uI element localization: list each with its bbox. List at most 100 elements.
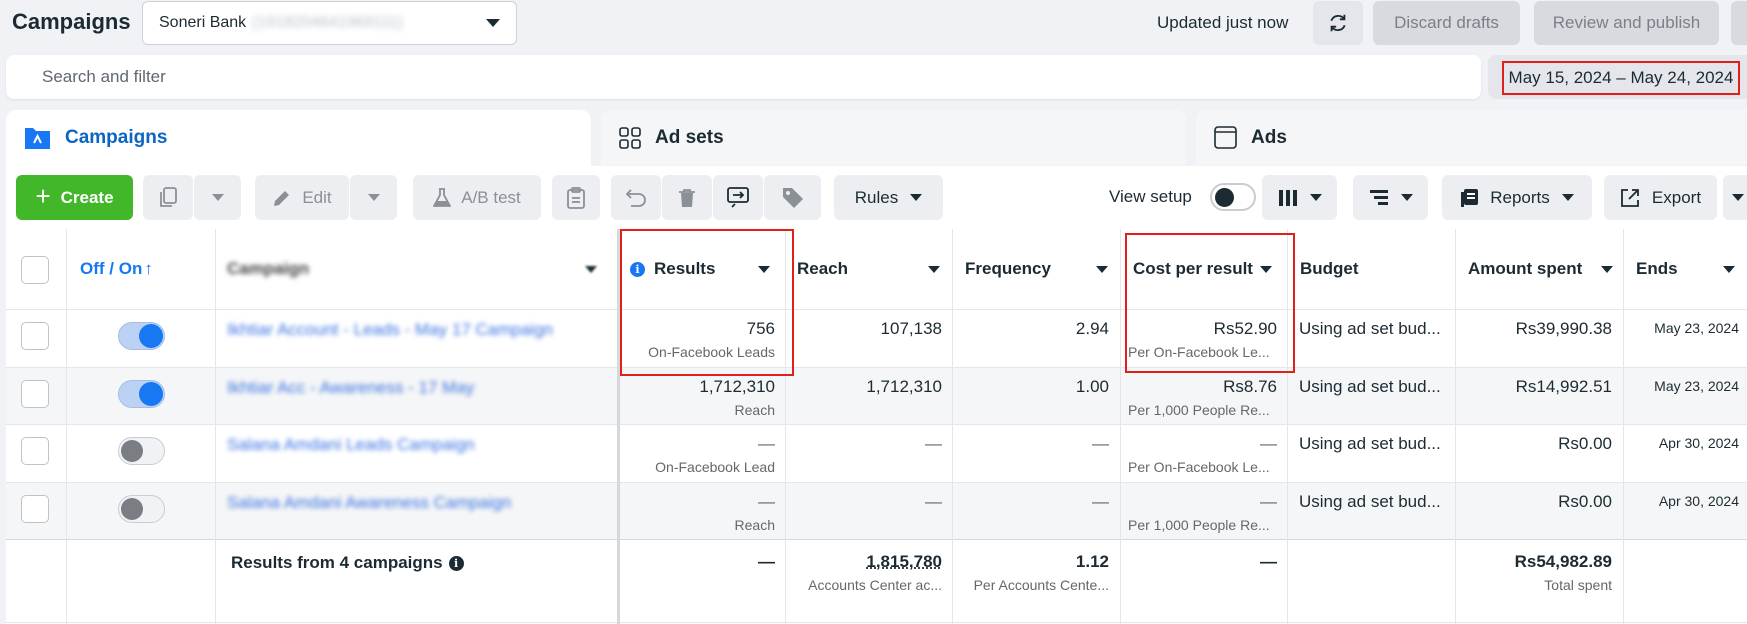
header-campaign-label: Campaign bbox=[227, 259, 310, 278]
reports-icon bbox=[1461, 188, 1479, 207]
frequency-value: — bbox=[1092, 492, 1109, 511]
sort-icon bbox=[585, 265, 597, 273]
export-label: Export bbox=[1651, 187, 1702, 207]
review-publish-button[interactable]: Review and publish bbox=[1534, 1, 1719, 45]
reach-value: — bbox=[925, 434, 942, 453]
summary-frequency-sub: Per Accounts Cente... bbox=[973, 577, 1109, 593]
campaign-toggle[interactable] bbox=[118, 437, 165, 465]
results-value: — bbox=[758, 434, 775, 453]
tab-ad-sets[interactable]: Ad sets bbox=[601, 110, 1186, 165]
view-setup-label: View setup bbox=[1109, 187, 1192, 206]
campaigns-table: Off / On ↑ Campaign i Results Reach Freq… bbox=[6, 229, 1747, 624]
ab-test-button[interactable]: A/B test bbox=[413, 175, 541, 220]
header-budget[interactable]: Budget bbox=[1300, 229, 1455, 309]
tab-campaigns[interactable]: Campaigns bbox=[6, 110, 591, 166]
refresh-button[interactable] bbox=[1313, 1, 1363, 45]
divider bbox=[6, 309, 1747, 310]
row-checkbox[interactable] bbox=[21, 437, 49, 465]
refresh-icon bbox=[1330, 14, 1346, 32]
header-frequency[interactable]: Frequency bbox=[965, 229, 1120, 309]
undo-button[interactable] bbox=[611, 175, 661, 220]
cost-value: — bbox=[1260, 492, 1277, 511]
tab-label: Ads bbox=[1251, 126, 1287, 148]
header-amount-spent[interactable]: Amount spent bbox=[1468, 229, 1623, 309]
divider bbox=[6, 367, 1747, 368]
sort-icon bbox=[1096, 265, 1108, 273]
ends-value: May 23, 2024 bbox=[1654, 320, 1739, 336]
date-range-label[interactable]: May 15, 2024 – May 24, 2024 bbox=[1502, 61, 1740, 95]
row-checkbox[interactable] bbox=[21, 322, 49, 350]
budget-value: Using ad set bud... bbox=[1299, 492, 1441, 511]
results-value: — bbox=[758, 492, 775, 511]
divider bbox=[1120, 229, 1121, 624]
chevron-down-icon bbox=[1732, 194, 1744, 201]
campaign-toggle[interactable] bbox=[118, 380, 165, 408]
header-ends-label: Ends bbox=[1636, 259, 1678, 278]
header-campaign[interactable]: Campaign bbox=[227, 229, 607, 309]
header-cost-per-result[interactable]: Cost per result bbox=[1133, 229, 1288, 309]
toggle-knob bbox=[139, 324, 163, 348]
create-button[interactable]: + Create bbox=[16, 175, 133, 220]
header-ends[interactable]: Ends bbox=[1636, 229, 1747, 309]
row-checkbox[interactable] bbox=[21, 495, 49, 523]
search-input[interactable]: Search and filter bbox=[6, 55, 1481, 99]
export-button[interactable]: Export bbox=[1604, 175, 1717, 220]
campaign-name-link[interactable]: Ikhtiar Account - Leads - May 17 Campaig… bbox=[227, 320, 553, 340]
overflow-button[interactable] bbox=[1731, 1, 1747, 45]
create-label: Create bbox=[60, 187, 114, 207]
tag-button[interactable] bbox=[764, 175, 821, 220]
ends-value: Apr 30, 2024 bbox=[1658, 493, 1739, 509]
duplicate-button[interactable] bbox=[143, 175, 193, 220]
columns-button[interactable] bbox=[1262, 175, 1337, 220]
campaign-toggle[interactable] bbox=[118, 495, 165, 523]
budget-value: Using ad set bud... bbox=[1299, 377, 1441, 396]
rules-label: Rules bbox=[854, 187, 899, 207]
toggle-knob bbox=[121, 498, 143, 520]
discard-drafts-button[interactable]: Discard drafts bbox=[1373, 1, 1520, 45]
clipboard-button[interactable] bbox=[552, 175, 600, 220]
select-all-checkbox[interactable] bbox=[21, 256, 49, 284]
campaign-name-link[interactable]: Salana Amdani Leads Campaign bbox=[227, 435, 475, 455]
toggle-knob bbox=[139, 382, 163, 406]
campaign-name-link[interactable]: Ikhtiar Acc - Awareness - 17 May bbox=[227, 378, 474, 398]
cost-type: Per On-Facebook Le... bbox=[1128, 344, 1270, 360]
edit-dropdown-button[interactable] bbox=[350, 175, 397, 220]
breakdown-icon bbox=[1369, 189, 1388, 205]
summary-cost: — bbox=[1260, 552, 1277, 571]
rules-button[interactable]: Rules bbox=[834, 175, 943, 220]
header-reach[interactable]: Reach bbox=[797, 229, 952, 309]
divider bbox=[1455, 229, 1456, 624]
account-selector[interactable]: Soneri Bank (1918204641969111) bbox=[142, 1, 517, 45]
chevron-down-icon bbox=[1309, 194, 1322, 201]
reach-value: 1,712,310 bbox=[866, 377, 942, 396]
campaign-name-link[interactable]: Salana Amdani Awareness Campaign bbox=[227, 493, 511, 513]
toolbar: + Create Edit A/B test Rules View setup bbox=[6, 166, 1747, 229]
account-name: Soneri Bank bbox=[159, 14, 247, 31]
window-icon bbox=[1214, 126, 1237, 149]
view-setup-toggle[interactable] bbox=[1210, 183, 1256, 211]
export-dropdown-button[interactable] bbox=[1723, 175, 1747, 220]
row-checkbox[interactable] bbox=[21, 380, 49, 408]
reach-value: 107,138 bbox=[880, 319, 942, 338]
header-results[interactable]: i Results bbox=[630, 229, 780, 309]
amount-value: Rs0.00 bbox=[1558, 492, 1612, 511]
ends-value: May 23, 2024 bbox=[1654, 378, 1739, 394]
duplicate-dropdown-button[interactable] bbox=[194, 175, 241, 220]
header-budget-label: Budget bbox=[1300, 259, 1359, 278]
info-icon[interactable]: i bbox=[448, 555, 464, 571]
frequency-value: 1.00 bbox=[1075, 377, 1109, 396]
summary-label: Results from 4 campaigns i bbox=[231, 553, 464, 573]
header-off-on[interactable]: Off / On ↑ bbox=[80, 229, 153, 309]
cost-value: Rs52.90 bbox=[1213, 319, 1277, 338]
transfer-button[interactable] bbox=[713, 175, 763, 220]
edit-button[interactable]: Edit bbox=[255, 175, 349, 220]
flask-icon bbox=[433, 187, 452, 207]
tab-ads[interactable]: Ads bbox=[1196, 110, 1747, 165]
campaign-toggle[interactable] bbox=[118, 322, 165, 350]
divider bbox=[785, 229, 786, 624]
delete-button[interactable] bbox=[662, 175, 712, 220]
ends-value: Apr 30, 2024 bbox=[1658, 435, 1739, 451]
header-off-on-label: Off / On bbox=[80, 259, 143, 278]
breakdown-button[interactable] bbox=[1353, 175, 1428, 220]
reports-button[interactable]: Reports bbox=[1442, 175, 1592, 220]
